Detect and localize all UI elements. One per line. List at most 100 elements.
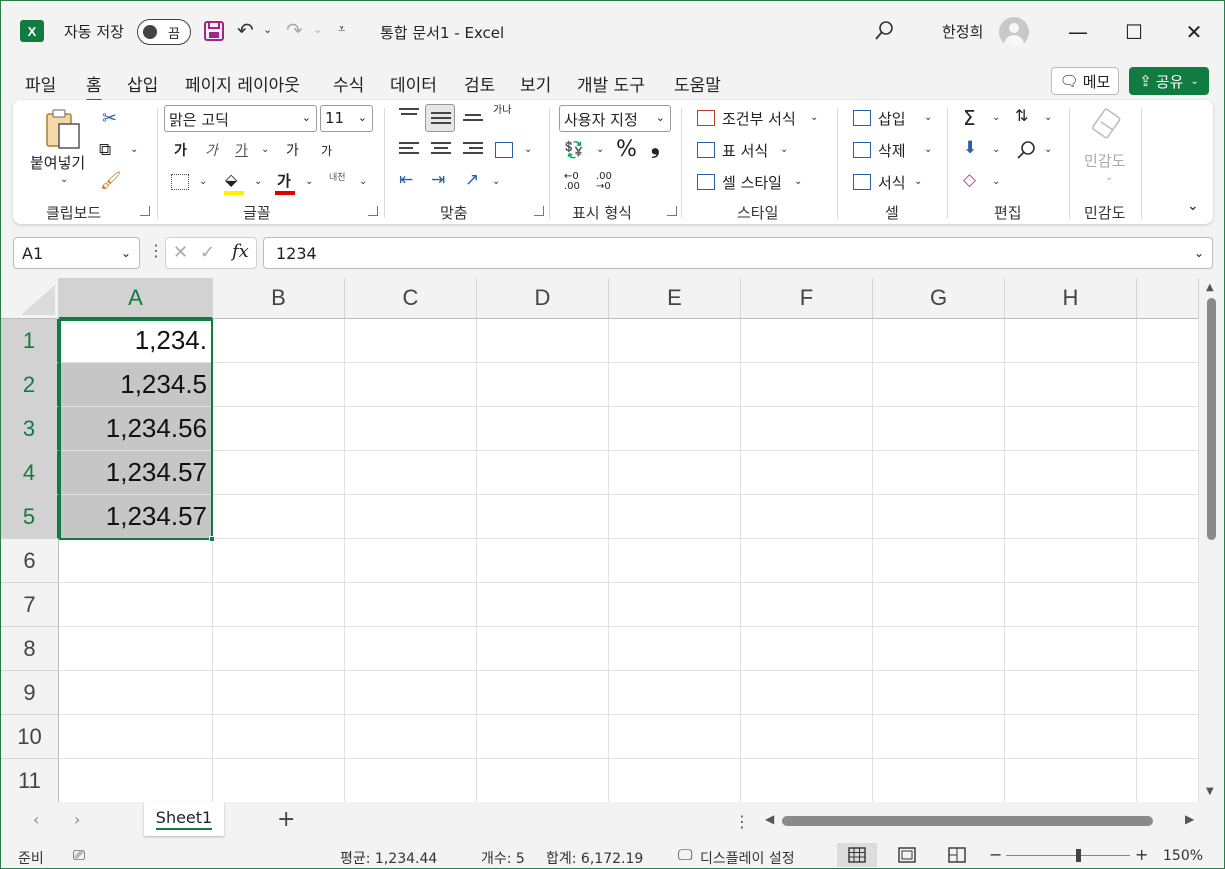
cell-e2[interactable] xyxy=(609,363,741,407)
more-options-icon[interactable]: ⋮ xyxy=(148,241,164,260)
worksheet-grid[interactable]: A B C D E F G H 1 1,234. 2 1,234.5 3 1,234.56 4 1,234.5… xyxy=(1,278,1199,802)
cell-e4[interactable] xyxy=(609,451,741,495)
cell-g10[interactable] xyxy=(873,715,1005,759)
cell-a4[interactable]: 1,234.57 xyxy=(59,451,213,495)
undo-dropdown-icon[interactable]: ⌄ xyxy=(263,23,272,36)
tab-view[interactable]: 보기 xyxy=(520,71,551,96)
macro-recording-icon[interactable]: ⎚ xyxy=(73,846,85,864)
cell-g3[interactable] xyxy=(873,407,1005,451)
cell-g2[interactable] xyxy=(873,363,1005,407)
decrease-decimal-icon[interactable]: .00 →0 xyxy=(596,172,612,192)
cell-c1[interactable] xyxy=(345,319,477,363)
cell-filler[interactable] xyxy=(1137,715,1199,759)
cell-filler[interactable] xyxy=(1137,539,1199,583)
cell-d5[interactable] xyxy=(477,495,609,539)
merge-center-icon[interactable] xyxy=(495,142,513,158)
cell-filler[interactable] xyxy=(1137,319,1199,363)
cell-g1[interactable] xyxy=(873,319,1005,363)
format-as-table-button[interactable]: 표 서식 xyxy=(722,140,768,161)
autosum-dropdown-icon[interactable]: ⌄ xyxy=(992,112,1000,123)
cell-g8[interactable] xyxy=(873,627,1005,671)
row-header-1[interactable]: 1 xyxy=(1,319,59,363)
autosum-icon[interactable]: Σ xyxy=(963,106,976,130)
merge-dropdown-icon[interactable]: ⌄ xyxy=(524,144,532,155)
cell-a5[interactable]: 1,234.57 xyxy=(59,495,213,539)
decrease-indent-icon[interactable]: ⇤ xyxy=(399,170,413,190)
cell-h2[interactable] xyxy=(1005,363,1137,407)
scroll-up-icon[interactable]: ▲ xyxy=(1206,282,1214,293)
column-header-d[interactable]: D xyxy=(477,278,609,319)
cell-f3[interactable] xyxy=(741,407,873,451)
cell-a8[interactable] xyxy=(59,627,213,671)
tab-data[interactable]: 데이터 xyxy=(390,71,437,96)
status-sum[interactable]: 합계: 6,172.19 xyxy=(546,848,643,868)
row-header-7[interactable]: 7 xyxy=(1,583,59,627)
cell-d6[interactable] xyxy=(477,539,609,583)
clipboard-launcher-icon[interactable] xyxy=(140,206,150,216)
fill-color-icon[interactable]: ⬙ xyxy=(225,170,237,189)
underline-dropdown-icon[interactable]: ⌄ xyxy=(261,144,269,155)
display-settings-button[interactable]: 디스플레이 설정 xyxy=(700,848,795,868)
find-select-dropdown-icon[interactable]: ⌄ xyxy=(1044,144,1052,155)
cell-h6[interactable] xyxy=(1005,539,1137,583)
align-left-icon[interactable] xyxy=(399,142,419,158)
column-header-b[interactable]: B xyxy=(213,278,345,319)
next-sheet-icon[interactable]: › xyxy=(74,810,80,829)
cell-h10[interactable] xyxy=(1005,715,1137,759)
tab-split-handle-icon[interactable]: ⋮ xyxy=(734,812,750,831)
zoom-in-button[interactable]: + xyxy=(1135,845,1148,864)
alignment-launcher-icon[interactable] xyxy=(534,206,544,216)
cell-f8[interactable] xyxy=(741,627,873,671)
search-icon[interactable] xyxy=(873,20,895,42)
borders-icon[interactable] xyxy=(171,174,189,190)
cell-c3[interactable] xyxy=(345,407,477,451)
align-top-icon[interactable] xyxy=(399,108,419,124)
cell-f4[interactable] xyxy=(741,451,873,495)
chevron-down-icon[interactable]: ⌄ xyxy=(924,144,932,155)
wrap-text-button[interactable]: 가나 xyxy=(493,106,511,116)
fill-dropdown-icon[interactable]: ⌄ xyxy=(992,144,1000,155)
cell-b4[interactable] xyxy=(213,451,345,495)
cell-b9[interactable] xyxy=(213,671,345,715)
cell-filler[interactable] xyxy=(1137,759,1199,802)
tab-file[interactable]: 파일 xyxy=(25,71,56,96)
scroll-right-icon[interactable]: ▶ xyxy=(1185,812,1194,826)
cell-b7[interactable] xyxy=(213,583,345,627)
tab-insert[interactable]: 삽입 xyxy=(127,71,158,96)
copy-icon[interactable]: ⧉ xyxy=(99,140,111,160)
normal-view-button[interactable] xyxy=(837,843,877,867)
user-name[interactable]: 한정희 xyxy=(942,21,983,42)
cell-e11[interactable] xyxy=(609,759,741,802)
minimize-button[interactable]: — xyxy=(1061,15,1095,49)
vertical-scroll-thumb[interactable] xyxy=(1207,298,1216,540)
column-header-g[interactable]: G xyxy=(873,278,1005,319)
scroll-left-icon[interactable]: ◀ xyxy=(765,812,774,826)
row-header-10[interactable]: 10 xyxy=(1,715,59,759)
delete-cells-button[interactable]: 삭제 xyxy=(878,140,906,161)
cell-d1[interactable] xyxy=(477,319,609,363)
cell-h3[interactable] xyxy=(1005,407,1137,451)
tab-help[interactable]: 도움말 xyxy=(674,71,721,96)
chevron-down-icon[interactable]: ⌄ xyxy=(924,112,932,123)
decrease-font-button[interactable]: 가 xyxy=(321,142,332,159)
maximize-button[interactable]: ☐ xyxy=(1117,15,1151,49)
cell-h5[interactable] xyxy=(1005,495,1137,539)
bold-button[interactable]: 가 xyxy=(174,140,187,160)
cell-b2[interactable] xyxy=(213,363,345,407)
cell-e8[interactable] xyxy=(609,627,741,671)
cell-a6[interactable] xyxy=(59,539,213,583)
row-header-6[interactable]: 6 xyxy=(1,539,59,583)
sensitivity-button[interactable]: 민감도 xyxy=(1084,150,1125,171)
page-break-view-button[interactable] xyxy=(937,843,977,867)
cell-c9[interactable] xyxy=(345,671,477,715)
save-icon[interactable] xyxy=(203,20,225,42)
cell-g6[interactable] xyxy=(873,539,1005,583)
cell-f5[interactable] xyxy=(741,495,873,539)
cell-e9[interactable] xyxy=(609,671,741,715)
cell-d4[interactable] xyxy=(477,451,609,495)
zoom-out-button[interactable]: − xyxy=(989,845,1002,864)
cell-d9[interactable] xyxy=(477,671,609,715)
column-header-h[interactable]: H xyxy=(1005,278,1137,319)
phonetic-dropdown-icon[interactable]: ⌄ xyxy=(359,176,367,187)
increase-font-button[interactable]: 가 xyxy=(286,140,299,160)
